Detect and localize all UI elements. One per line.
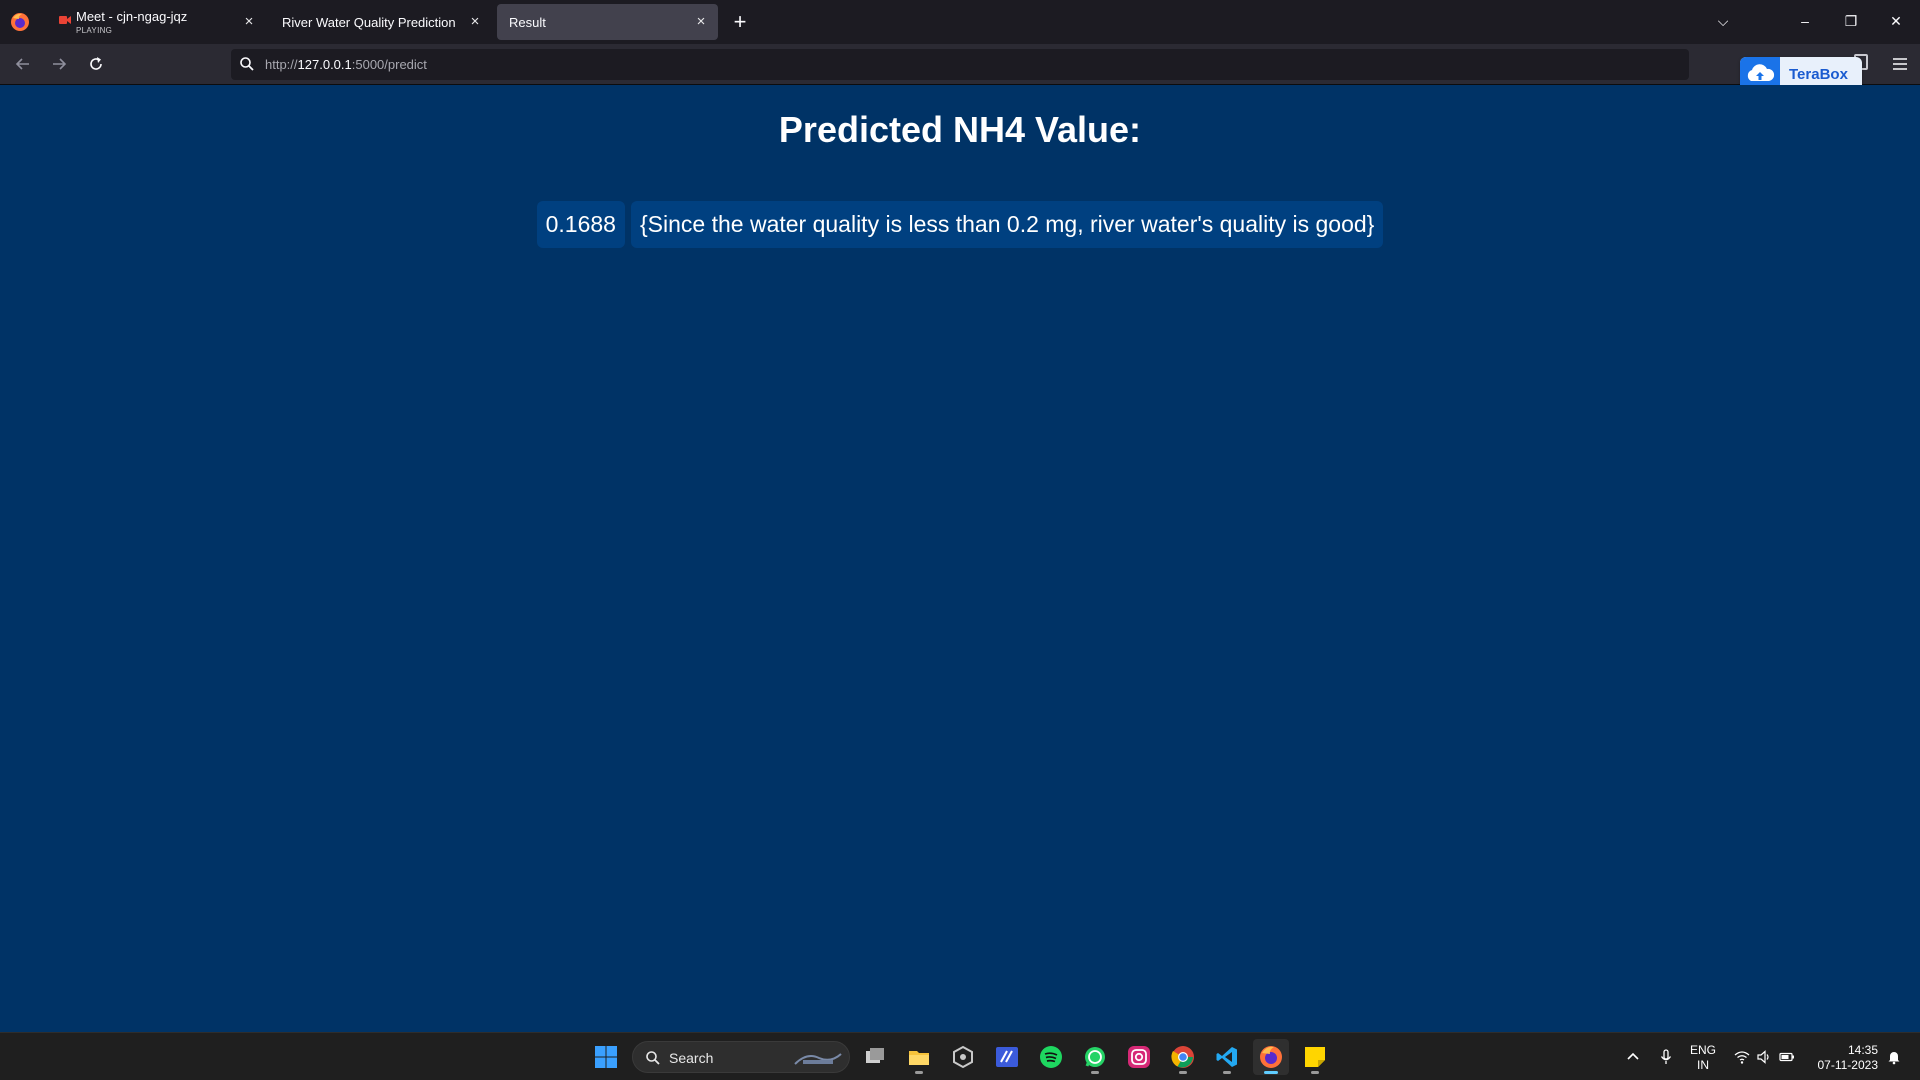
page-title: Predicted NH4 Value: — [778, 109, 1142, 150]
tab-meet[interactable]: Meet - cjn-ngag-jqz PLAYING × — [46, 4, 266, 40]
firefox-button[interactable] — [1253, 1039, 1289, 1075]
chevron-up-icon[interactable] — [1625, 1049, 1641, 1065]
url-text: http://127.0.0.1:5000/predict — [265, 57, 427, 72]
app-button[interactable] — [945, 1039, 981, 1075]
vscode-button[interactable] — [1209, 1039, 1245, 1075]
language-indicator[interactable]: ENG IN — [1688, 1043, 1718, 1080]
windows-taskbar: Search ENG IN 14:35 07-11-2023 — [0, 1032, 1920, 1080]
task-view-button[interactable] — [857, 1039, 893, 1075]
spotify-button[interactable] — [1033, 1039, 1069, 1075]
pen-app-icon — [996, 1047, 1018, 1067]
hamburger-menu-icon[interactable] — [1890, 54, 1910, 74]
search-icon — [646, 1051, 660, 1065]
new-tab-button[interactable]: + — [729, 9, 751, 35]
meet-favicon-icon — [59, 16, 71, 24]
pen-app-button[interactable] — [989, 1039, 1025, 1075]
whatsapp-button[interactable] — [1077, 1039, 1113, 1075]
navigation-toolbar: http://127.0.0.1:5000/predict — [0, 44, 1920, 85]
app-icon — [953, 1045, 973, 1069]
region-code: IN — [1697, 1058, 1709, 1072]
tab-strip: Meet - cjn-ngag-jqz PLAYING × River Wate… — [0, 0, 1920, 44]
minimize-button[interactable]: – — [1790, 8, 1820, 34]
wifi-icon[interactable] — [1734, 1049, 1750, 1065]
search-highlight-icon — [794, 1053, 842, 1065]
firefox-icon — [1260, 1046, 1282, 1068]
tab-result[interactable]: Result × — [497, 4, 718, 40]
vscode-icon — [1216, 1047, 1237, 1067]
close-tab-icon[interactable]: × — [692, 13, 710, 31]
close-tab-icon[interactable]: × — [240, 13, 258, 31]
clock[interactable]: 14:35 07-11-2023 — [1810, 1043, 1879, 1080]
tab-playing-label: PLAYING — [76, 26, 113, 35]
clock-time: 14:35 — [1847, 1043, 1878, 1057]
back-button[interactable] — [9, 50, 37, 78]
restore-button[interactable]: ❐ — [1836, 8, 1866, 34]
tab-title: Result — [509, 15, 546, 30]
url-path: :5000/predict — [351, 57, 427, 72]
tab-title: Meet - cjn-ngag-jqz — [76, 9, 188, 24]
start-button[interactable] — [588, 1039, 624, 1075]
microphone-icon[interactable] — [1658, 1049, 1674, 1065]
sticky-notes-icon — [1305, 1047, 1325, 1067]
whatsapp-icon — [1085, 1047, 1105, 1067]
file-explorer-icon — [909, 1051, 929, 1065]
back-arrow-icon — [15, 58, 29, 70]
battery-icon[interactable] — [1779, 1049, 1795, 1065]
close-window-button[interactable]: ✕ — [1881, 8, 1911, 34]
language-code: ENG — [1689, 1043, 1716, 1057]
clock-date: 07-11-2023 — [1817, 1058, 1879, 1072]
list-all-tabs-button[interactable]: ⌵ — [1708, 8, 1738, 34]
url-host: 127.0.0.1 — [297, 57, 352, 72]
url-scheme: http:// — [265, 57, 298, 72]
tab-river-water-quality[interactable]: River Water Quality Prediction × — [270, 4, 492, 40]
instagram-icon — [1128, 1046, 1150, 1068]
forward-arrow-icon — [53, 58, 67, 70]
predicted-value: 0.1688 — [536, 201, 625, 248]
notification-bell-icon[interactable] — [1886, 1049, 1902, 1065]
chrome-button[interactable] — [1165, 1039, 1201, 1075]
search-label: Search — [669, 1050, 714, 1066]
tab-title: River Water Quality Prediction — [282, 15, 456, 30]
firefox-menu-icon[interactable] — [10, 12, 30, 32]
taskbar-search-box[interactable]: Search — [632, 1041, 850, 1073]
search-icon — [240, 57, 254, 71]
address-bar[interactable]: http://127.0.0.1:5000/predict — [231, 49, 1689, 80]
result-row: 0.1688 {Since the water quality is less … — [0, 201, 1920, 248]
task-view-icon — [866, 1048, 884, 1063]
quality-message: {Since the water quality is less than 0.… — [630, 201, 1384, 248]
close-tab-icon[interactable]: × — [466, 13, 484, 31]
sticky-notes-button[interactable] — [1297, 1039, 1333, 1075]
windows-start-icon — [595, 1046, 617, 1068]
forward-button[interactable] — [45, 50, 73, 78]
page-content: Predicted NH4 Value: 0.1688 {Since the w… — [0, 85, 1920, 1032]
instagram-button[interactable] — [1121, 1039, 1157, 1075]
terabox-label: TeraBox — [1789, 66, 1848, 83]
file-explorer-button[interactable] — [901, 1039, 937, 1075]
volume-icon[interactable] — [1756, 1049, 1772, 1065]
reload-icon — [90, 57, 102, 70]
reload-button[interactable] — [82, 50, 110, 78]
chrome-icon — [1171, 1046, 1194, 1068]
spotify-icon — [1040, 1046, 1062, 1068]
